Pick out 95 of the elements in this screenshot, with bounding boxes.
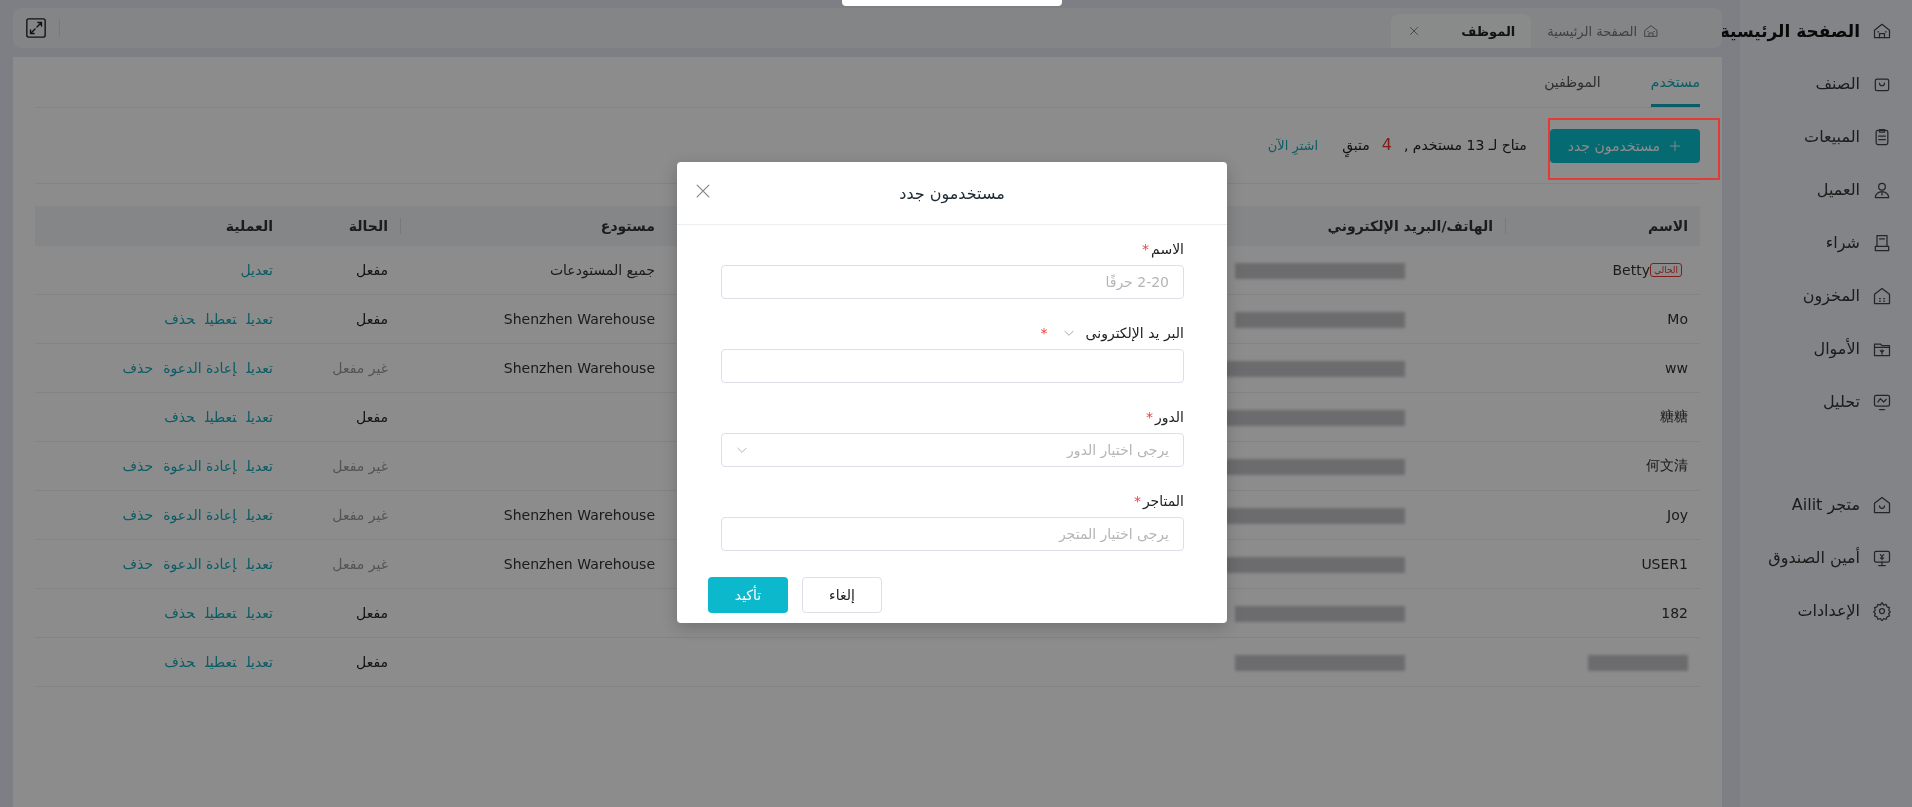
action-link[interactable]: حذف (122, 556, 154, 572)
action-link[interactable]: إعادة الدعوة (163, 507, 237, 523)
action-link[interactable]: تعديل (246, 409, 273, 425)
field-label: الاسم (1151, 241, 1184, 257)
field-label: الدور (1154, 409, 1184, 425)
action-link[interactable]: تعديل (246, 360, 273, 376)
action-link[interactable]: تعديل (246, 654, 273, 670)
current-tag: الحالي (1649, 263, 1682, 277)
user-status: مفعل (356, 311, 388, 327)
page-tab[interactable]: مستخدم (1650, 57, 1700, 107)
sidebar-item[interactable]: المبيعات (1804, 127, 1860, 146)
user-status: غير مفعل (332, 556, 388, 572)
fullscreen-icon[interactable] (25, 17, 47, 39)
action-link[interactable]: إعادة الدعوة (163, 458, 237, 474)
user-status: مفعل (356, 605, 388, 621)
column-header: مستودع (400, 206, 667, 246)
header-tab[interactable]: الموظف (1391, 14, 1532, 48)
required-mark: * (1142, 241, 1150, 257)
action-link[interactable]: تعطيل (205, 311, 237, 327)
remaining-label: متبقٍ (1339, 132, 1373, 159)
action-link[interactable]: تعديل (246, 556, 273, 572)
user-status: غير مفعل (332, 458, 388, 474)
user-name: USER1 (1641, 556, 1688, 572)
warehouse-icon (1872, 285, 1892, 306)
action-link[interactable]: تعطيل (205, 605, 237, 621)
user-name: 糖糖 (1660, 408, 1688, 424)
text-field[interactable] (721, 349, 1184, 383)
add-user-button[interactable]: مستخدمون جدد (1549, 128, 1700, 163)
sidebar-item[interactable]: الصنف (1815, 74, 1860, 93)
action-link[interactable]: تعديل (246, 458, 273, 474)
action-link[interactable]: حذف (164, 311, 196, 327)
sidebar-item[interactable]: شراء (1825, 233, 1860, 252)
quota-text: متاح لـ 13 مستخدم , (1402, 135, 1528, 156)
user-status: مفعل (356, 409, 388, 425)
sidebar-item[interactable]: تحليل (1822, 392, 1860, 411)
user-name: Mo (1667, 311, 1688, 327)
sidebar-item[interactable]: الإعدادات (1797, 601, 1860, 620)
action-link[interactable]: حذف (164, 605, 196, 621)
action-link[interactable]: تعديل (240, 262, 273, 278)
user-name: Betty (1612, 262, 1650, 278)
field-label: المتاجر (1142, 493, 1184, 509)
text-field[interactable]: يرجى اختيار المتجر (721, 517, 1184, 551)
action-link[interactable]: إعادة الدعوة (163, 556, 237, 572)
column-header: العملية (35, 206, 285, 246)
user-status: مفعل (356, 654, 388, 670)
user-name: 何文清 (1646, 457, 1688, 473)
column-header: الحالة (285, 206, 400, 246)
warehouse-name: Shenzhen Warehouse (503, 556, 655, 572)
required-mark: * (1145, 409, 1153, 425)
field-label: البر يد الإلكترونى (1085, 325, 1184, 341)
user-name: ww (1665, 360, 1688, 376)
register-icon (1872, 232, 1892, 253)
required-mark: * (1133, 493, 1141, 509)
user-name: 182 (1661, 605, 1688, 621)
warehouse-name: جميع المستودعات (549, 262, 655, 278)
action-link[interactable]: إعادة الدعوة (163, 360, 237, 376)
action-link[interactable]: تعطيل (205, 409, 237, 425)
cancel-button[interactable]: إلغاء (802, 577, 882, 613)
user-status: غير مفعل (332, 507, 388, 523)
action-link[interactable]: تعديل (246, 311, 273, 327)
warehouse-name: Shenzhen Warehouse (503, 360, 655, 376)
dialog-title: مستخدمون جدد (899, 183, 1005, 203)
column-header: الهاتف/البريد الإلكتروني (1225, 206, 1505, 246)
sidebar-item[interactable]: الأموال (1813, 339, 1860, 358)
sidebar-item[interactable]: المخزون (1802, 286, 1860, 305)
settings-icon (1872, 600, 1892, 621)
buy-now-link[interactable]: اشترِ الآن (1264, 133, 1322, 158)
action-link[interactable]: تعطيل (205, 654, 237, 670)
action-link[interactable]: تعديل (246, 605, 273, 621)
select-field[interactable]: يرجى اختيار الدور (721, 433, 1184, 467)
sidebar-item[interactable]: الصفحة الرئيسية (1719, 20, 1860, 41)
page-tab[interactable]: الموظفين (1544, 57, 1601, 107)
plus-icon (1668, 138, 1682, 153)
required-mark: * (1040, 325, 1048, 341)
action-link[interactable]: حذف (164, 654, 196, 670)
action-link[interactable]: حذف (122, 360, 154, 376)
sidebar-item[interactable]: العميل (1816, 180, 1860, 199)
action-link[interactable]: حذف (122, 507, 154, 523)
action-link[interactable]: حذف (122, 458, 154, 474)
header-tab[interactable]: الصفحة الرئيسية (1531, 14, 1675, 48)
warehouse-name: Shenzhen Warehouse (503, 507, 655, 523)
user-name: Joy (1667, 507, 1688, 523)
sidebar-item[interactable]: أمين الصندوق (1768, 548, 1860, 567)
remaining-count: 4 (1380, 134, 1393, 157)
warehouse-name: Shenzhen Warehouse (503, 311, 655, 327)
column-header: الاسم (1505, 206, 1700, 246)
user-status: مفعل (356, 262, 388, 278)
action-link[interactable]: تعديل (246, 507, 273, 523)
user-status: غير مفعل (332, 360, 388, 376)
sidebar-item[interactable]: متجر Ailit (1791, 495, 1860, 514)
confirm-button[interactable]: تأكيد (708, 577, 788, 613)
store-icon (1872, 494, 1892, 515)
home-icon (1643, 23, 1659, 39)
text-field[interactable]: 2-20 حرفًا (721, 265, 1184, 299)
action-link[interactable]: حذف (164, 409, 196, 425)
